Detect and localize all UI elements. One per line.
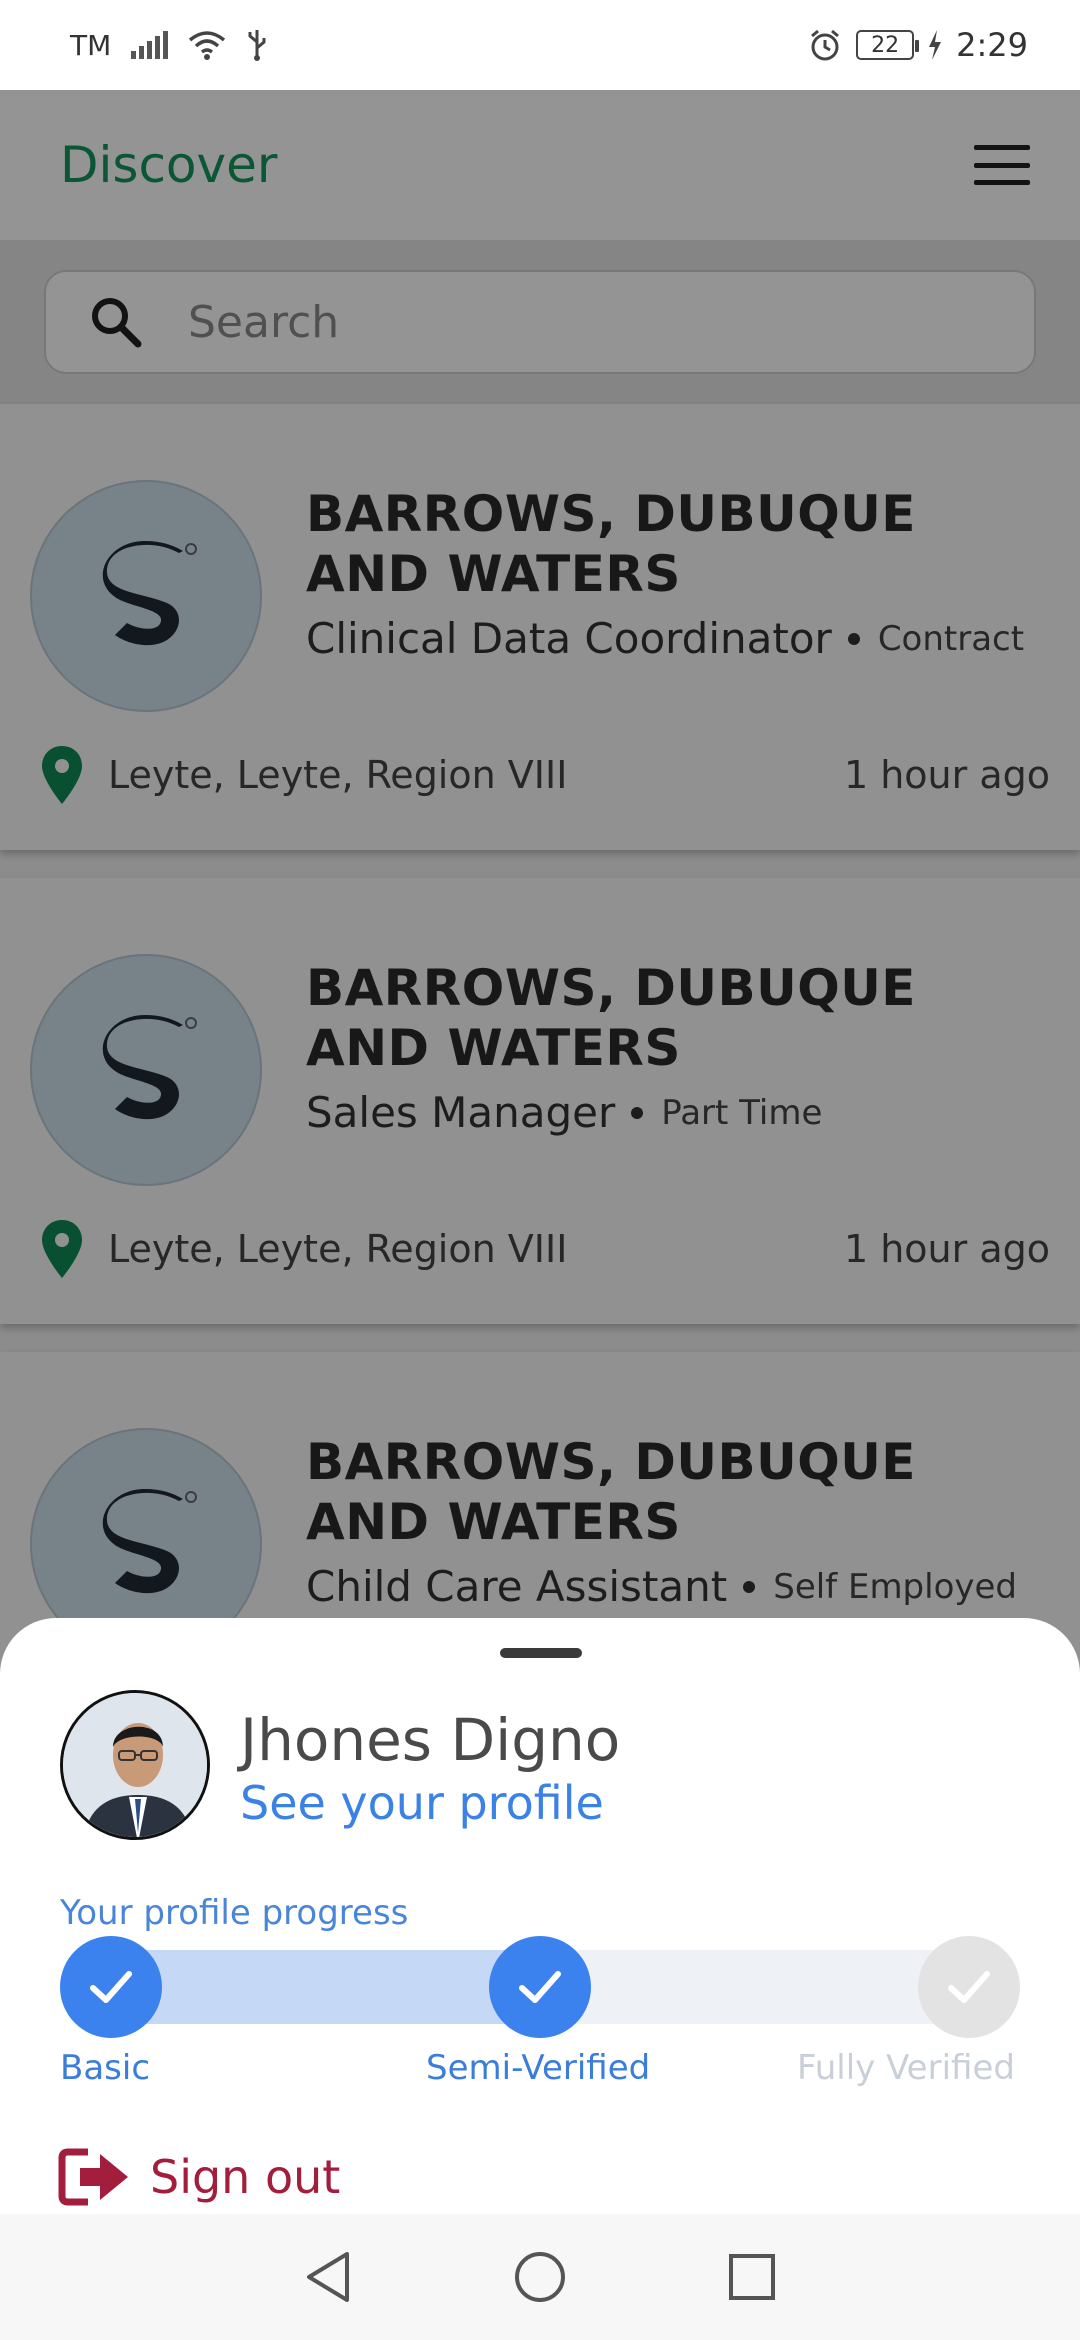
avatar-image	[63, 1693, 207, 1837]
system-navigation-bar	[0, 2214, 1080, 2340]
battery-icon: 22	[856, 30, 920, 60]
clock: 2:29	[956, 26, 1028, 64]
step-fully-verified-check-icon	[918, 1936, 1020, 2038]
usb-icon	[248, 30, 266, 61]
step-basic-check-icon	[60, 1936, 162, 2038]
progress-fill	[110, 1950, 540, 2024]
sheet-drag-handle[interactable]	[500, 1648, 582, 1658]
back-icon[interactable]	[303, 2250, 353, 2304]
step-label-fully-verified: Fully Verified	[797, 2048, 1015, 2088]
user-name: Jhones Digno	[240, 1706, 621, 1774]
home-icon[interactable]	[513, 2250, 567, 2304]
step-label-semi-verified: Semi-Verified	[426, 2048, 651, 2088]
recent-apps-icon[interactable]	[727, 2252, 777, 2302]
avatar[interactable]	[60, 1690, 210, 1840]
wifi-icon	[189, 31, 226, 60]
battery-level: 22	[871, 32, 900, 58]
carrier-label: TM	[70, 28, 112, 62]
alarm-icon	[811, 29, 840, 61]
status-left: TM	[70, 28, 268, 62]
status-bar: TM 22 2:29	[0, 0, 1080, 90]
screen: TM 22 2:29 Discover Search BARROWS, DUBU…	[0, 0, 1080, 2340]
status-right: 22 2:29	[808, 26, 1028, 64]
sign-out-icon	[58, 2148, 128, 2206]
signal-icon	[131, 31, 169, 59]
progress-label: Your profile progress	[60, 1893, 409, 1933]
sign-out-button[interactable]: Sign out	[58, 2148, 340, 2206]
sign-out-label: Sign out	[150, 2150, 341, 2204]
charging-icon	[929, 30, 942, 60]
step-label-basic: Basic	[60, 2048, 151, 2088]
step-semi-verified-check-icon	[489, 1936, 591, 2038]
see-profile-link[interactable]: See your profile	[240, 1776, 604, 1830]
